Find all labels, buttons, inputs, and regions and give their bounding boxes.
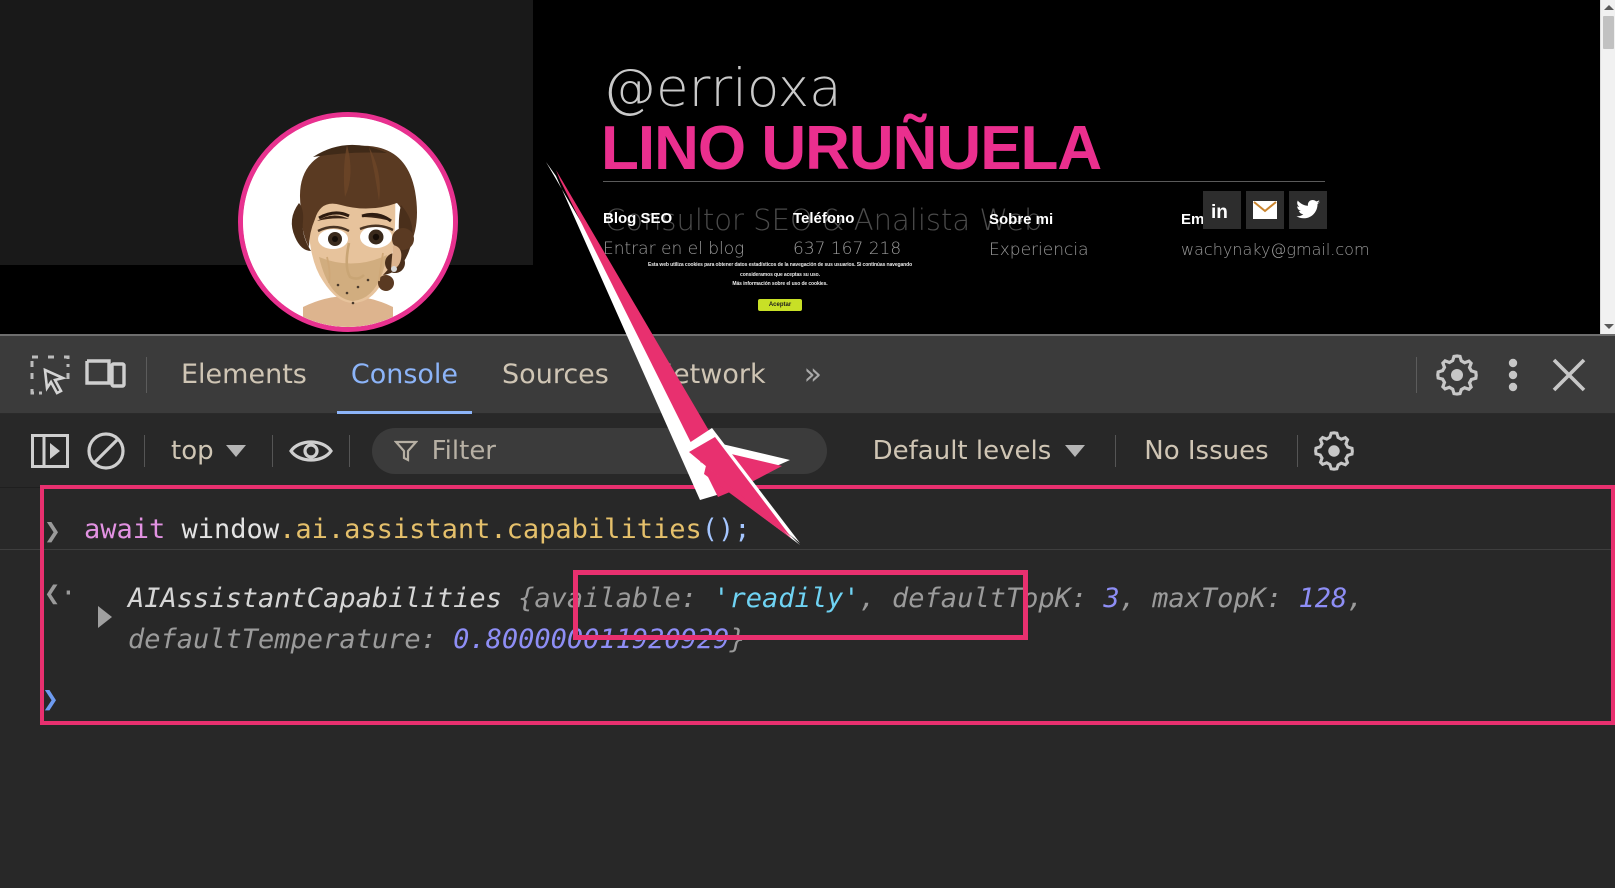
console-toolbar-divider-1 bbox=[144, 434, 145, 467]
page-vertical-scrollbar[interactable] bbox=[1600, 0, 1615, 334]
output-maxtopk-value: 128 bbox=[1298, 583, 1348, 614]
tab-sources[interactable]: Sources bbox=[480, 336, 631, 414]
website-content: @errioxa LINO URUÑUELA Consultor SEO & A… bbox=[0, 0, 1600, 334]
nav-link[interactable]: wachynaky@gmail.com bbox=[1181, 240, 1370, 259]
inspect-element-button[interactable] bbox=[22, 347, 78, 403]
issues-counter[interactable]: No Issues bbox=[1126, 436, 1286, 466]
log-levels-value: Default levels bbox=[872, 435, 1052, 466]
hero-divider bbox=[603, 181, 1325, 182]
console-input-prompt-icon: ❯ bbox=[44, 514, 61, 547]
token-punctuation: (); bbox=[701, 514, 751, 545]
console-new-prompt-icon[interactable]: ❯ bbox=[42, 682, 59, 715]
live-expression-button[interactable] bbox=[283, 423, 339, 479]
nav-column-sobre-mi: Sobre mi Experiencia bbox=[989, 211, 1089, 260]
console-toolbar-divider-4 bbox=[1115, 434, 1117, 467]
nav-heading: Blog SEO bbox=[603, 210, 673, 227]
social-links: in bbox=[1203, 191, 1327, 229]
device-toolbar-button[interactable] bbox=[78, 347, 134, 403]
token-keyword: await bbox=[84, 514, 166, 545]
chevron-down-icon bbox=[1065, 444, 1086, 457]
console-log-levels-selector[interactable]: Default levels bbox=[853, 436, 1106, 466]
nav-column-blog: Blog SEO Entrar en el blog bbox=[603, 210, 744, 259]
filter-funnel-icon bbox=[393, 440, 418, 462]
avatar-portrait-icon bbox=[243, 117, 453, 327]
console-settings-button[interactable] bbox=[1308, 425, 1360, 477]
triangle-up-icon bbox=[1603, 5, 1614, 10]
scrollbar-thumb[interactable] bbox=[1603, 16, 1614, 49]
console-sidebar-icon bbox=[31, 433, 69, 468]
more-tabs-button[interactable]: » bbox=[788, 336, 838, 414]
devtools-settings-button[interactable] bbox=[1429, 347, 1485, 403]
devtools-tabstrip: Elements Console Sources Network » bbox=[0, 336, 1615, 414]
tab-network[interactable]: Network bbox=[631, 336, 788, 414]
nav-heading: Teléfono bbox=[793, 210, 855, 227]
hero-handle: @errioxa bbox=[603, 58, 842, 119]
kebab-menu-icon bbox=[1508, 358, 1518, 391]
svg-text:in: in bbox=[1211, 202, 1228, 223]
cookie-consent-banner: Esta web utiliza cookies para obtener da… bbox=[634, 261, 926, 311]
toolbar-divider bbox=[146, 356, 147, 393]
console-message-list[interactable] bbox=[0, 488, 1615, 888]
nav-link[interactable]: 637 167 218 bbox=[793, 239, 901, 259]
triangle-down-icon bbox=[1603, 324, 1614, 329]
toolbar-divider-right bbox=[1416, 356, 1417, 393]
gear-icon bbox=[1436, 353, 1478, 396]
console-input-expression[interactable]: await window.ai.assistant.capabilities()… bbox=[84, 514, 751, 545]
tab-console[interactable]: Console bbox=[329, 336, 480, 414]
live-expression-eye-icon bbox=[288, 439, 333, 462]
output-class-name: AIAssistantCapabilities bbox=[128, 583, 502, 614]
cookie-text-line2: Más información sobre el uso de cookies. bbox=[732, 281, 828, 287]
clear-console-icon bbox=[87, 431, 125, 470]
execution-context-value: top bbox=[171, 435, 214, 466]
tab-elements[interactable]: Elements bbox=[159, 336, 329, 414]
nav-column-telefono: Teléfono 637 167 218 bbox=[793, 210, 901, 259]
nav-heading: Sobre mi bbox=[989, 211, 1054, 228]
social-link-email[interactable] bbox=[1246, 191, 1284, 229]
inspect-element-icon bbox=[30, 355, 70, 395]
console-toolbar-divider-2 bbox=[271, 434, 273, 467]
avatar bbox=[238, 112, 458, 332]
console-output-value[interactable]: AIAssistantCapabilities {available: 'rea… bbox=[128, 578, 1528, 660]
cookie-text-line1: Esta web utiliza cookies para obtener da… bbox=[647, 262, 913, 278]
nav-link[interactable]: Experiencia bbox=[989, 240, 1089, 260]
scrollbar-down-button[interactable] bbox=[1601, 319, 1615, 334]
gear-icon bbox=[1313, 430, 1354, 471]
social-link-linkedin[interactable]: in bbox=[1203, 191, 1241, 229]
linkedin-icon: in bbox=[1211, 202, 1228, 223]
console-sidebar-toggle-button[interactable] bbox=[22, 423, 78, 479]
hero-name: LINO URUÑUELA bbox=[601, 114, 1102, 183]
nav-link[interactable]: Entrar en el blog bbox=[603, 239, 744, 259]
clear-console-button[interactable] bbox=[78, 423, 134, 479]
output-defaulttemperature-value: 0.800000011920929 bbox=[453, 624, 730, 655]
output-defaulttopk-value: 3 bbox=[1103, 583, 1120, 614]
scrollbar-up-button[interactable] bbox=[1601, 0, 1615, 15]
avatar-circle bbox=[238, 112, 458, 332]
chevron-down-icon bbox=[225, 444, 246, 457]
devtools-close-button[interactable] bbox=[1541, 347, 1597, 403]
console-filter-placeholder: Filter bbox=[431, 435, 496, 466]
console-toolbar-divider-5 bbox=[1296, 434, 1298, 467]
browser-page-viewport: @errioxa LINO URUÑUELA Consultor SEO & A… bbox=[0, 0, 1615, 334]
output-available-value: 'readily' bbox=[713, 583, 860, 614]
console-output-prompt-icon: ❮· bbox=[44, 578, 77, 609]
cookie-accept-button[interactable]: Aceptar bbox=[757, 298, 803, 311]
device-toolbar-icon bbox=[85, 358, 126, 388]
close-icon bbox=[1552, 358, 1586, 391]
envelope-icon bbox=[1253, 201, 1277, 219]
token-object: window bbox=[165, 514, 280, 545]
console-toolbar-divider-3 bbox=[348, 434, 350, 467]
execution-context-selector[interactable]: top bbox=[155, 436, 262, 466]
console-filter-input[interactable]: Filter bbox=[371, 427, 827, 474]
twitter-icon bbox=[1296, 200, 1320, 219]
devtools-more-options-button[interactable] bbox=[1485, 347, 1541, 403]
social-link-twitter[interactable] bbox=[1289, 191, 1327, 229]
token-property-chain: .ai.assistant.capabilities bbox=[279, 514, 702, 545]
expand-triangle-icon[interactable] bbox=[98, 606, 112, 628]
console-toolbar: top Filter Default levels No Issues bbox=[0, 414, 1615, 488]
